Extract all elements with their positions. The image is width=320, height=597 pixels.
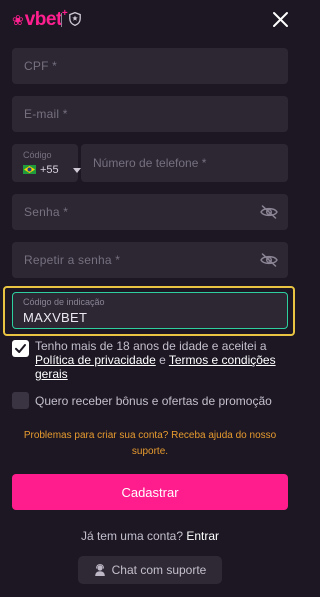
logo[interactable]: ❀ vbet + xyxy=(12,7,68,30)
terms-and: e xyxy=(155,353,169,367)
email-field[interactable]: E-mail * xyxy=(12,96,288,132)
email-placeholder: E-mail * xyxy=(24,107,68,121)
brazil-flag-icon xyxy=(23,165,36,174)
problems-help-text[interactable]: Problemas para criar sua conta? Receba a… xyxy=(20,428,280,460)
referral-label: Código de indicação xyxy=(23,297,105,307)
cpf-placeholder: CPF * xyxy=(24,59,58,73)
register-button[interactable]: Cadastrar xyxy=(12,474,288,510)
country-code-label: Código xyxy=(23,150,52,160)
eye-off-icon[interactable] xyxy=(260,253,278,267)
cpf-field[interactable]: CPF * xyxy=(12,48,288,84)
repeat-password-field[interactable]: Repetir a senha * xyxy=(12,242,288,278)
shield-icon xyxy=(69,12,81,26)
country-code-value: +55 xyxy=(40,164,59,176)
logo-text: vbet xyxy=(24,9,63,30)
promo-checkbox[interactable] xyxy=(12,392,29,409)
phone-placeholder: Número de telefone * xyxy=(93,156,207,170)
logo-plus: + xyxy=(61,7,68,19)
referral-code-field[interactable]: Código de indicação MAXVBET xyxy=(12,292,288,329)
logo-rabbit-icon: ❀ xyxy=(12,11,24,28)
login-link[interactable]: Entrar xyxy=(186,529,219,543)
password-field[interactable]: Senha * xyxy=(12,194,288,230)
referral-value: MAXVBET xyxy=(23,310,88,325)
close-icon[interactable] xyxy=(272,11,289,28)
phone-field[interactable]: Número de telefone * xyxy=(81,144,288,182)
terms-checkbox[interactable] xyxy=(12,340,29,357)
eye-off-icon[interactable] xyxy=(260,205,278,219)
privacy-policy-link[interactable]: Política de privacidade xyxy=(35,353,156,367)
password-placeholder: Senha * xyxy=(24,205,69,219)
header-divider xyxy=(61,13,62,27)
terms-prefix: Tenho mais de 18 anos de idade e aceitei… xyxy=(35,339,267,353)
chat-support-button[interactable]: Chat com suporte xyxy=(78,556,222,584)
terms-text: Tenho mais de 18 anos de idade e aceitei… xyxy=(35,339,285,381)
repeat-password-placeholder: Repetir a senha * xyxy=(24,253,121,267)
chevron-down-icon xyxy=(73,168,81,173)
login-line: Já tem uma conta? Entrar xyxy=(0,529,300,543)
chat-support-label: Chat com suporte xyxy=(111,563,207,577)
support-agent-icon xyxy=(94,564,105,576)
login-prompt: Já tem uma conta? xyxy=(80,529,184,543)
check-icon xyxy=(15,344,26,353)
country-code-select[interactable]: Código +55 xyxy=(12,144,81,182)
header: ❀ vbet + xyxy=(0,0,300,40)
promo-label: Quero receber bônus e ofertas de promoçã… xyxy=(35,394,272,408)
